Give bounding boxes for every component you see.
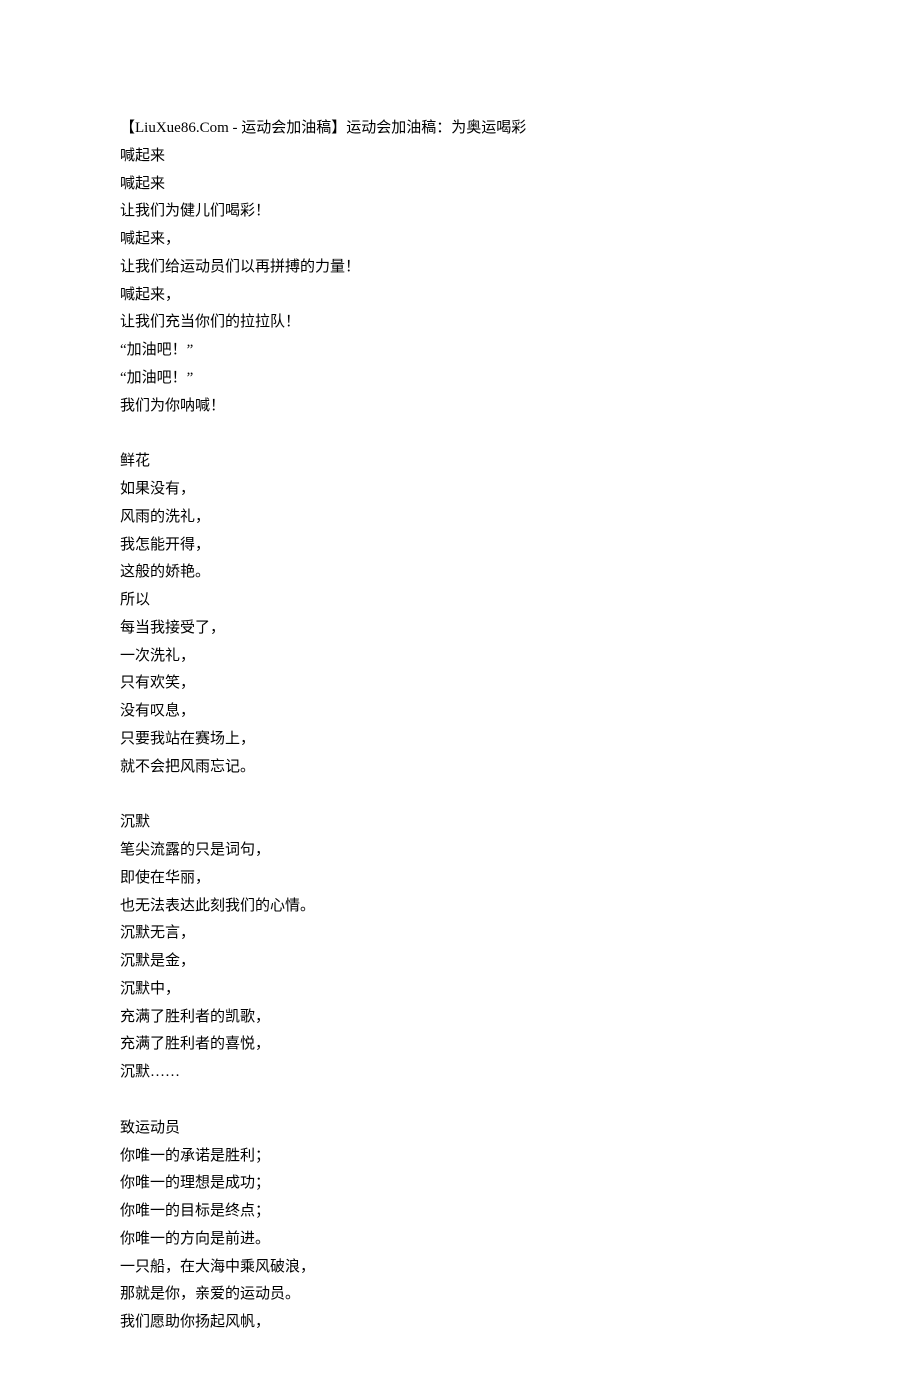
text-line: 沉默是金，: [120, 948, 800, 976]
section-0: 喊起来 喊起来 让我们为健儿们喝彩！ 喊起来， 让我们给运动员们以再拼搏的力量！…: [120, 143, 800, 421]
text-line: 所以: [120, 587, 800, 615]
section-2: 沉默 笔尖流露的只是词句， 即使在华丽， 也无法表达此刻我们的心情。 沉默无言，…: [120, 809, 800, 1087]
text-line: 你唯一的方向是前进。: [120, 1226, 800, 1254]
section-3: 致运动员 你唯一的承诺是胜利； 你唯一的理想是成功； 你唯一的目标是终点； 你唯…: [120, 1115, 800, 1337]
text-line: 我怎能开得，: [120, 532, 800, 560]
text-line: 如果没有，: [120, 476, 800, 504]
text-line: 你唯一的理想是成功；: [120, 1170, 800, 1198]
text-line: 鲜花: [120, 448, 800, 476]
text-line: 喊起来，: [120, 226, 800, 254]
text-line: “加油吧！”: [120, 365, 800, 393]
text-line: 喊起来: [120, 171, 800, 199]
text-line: 让我们给运动员们以再拼搏的力量！: [120, 254, 800, 282]
section-1: 鲜花 如果没有， 风雨的洗礼， 我怎能开得， 这般的娇艳。 所以 每当我接受了，…: [120, 448, 800, 781]
text-line: 充满了胜利者的喜悦，: [120, 1031, 800, 1059]
text-line: 沉默无言，: [120, 920, 800, 948]
text-line: 沉默……: [120, 1059, 800, 1087]
text-line: 那就是你，亲爱的运动员。: [120, 1281, 800, 1309]
text-line: 只有欢笑，: [120, 670, 800, 698]
document-page: 【LiuXue86.Com - 运动会加油稿】运动会加油稿：为奥运喝彩 喊起来 …: [0, 0, 920, 1397]
text-line: 致运动员: [120, 1115, 800, 1143]
text-line: 只要我站在赛场上，: [120, 726, 800, 754]
text-line: 即使在华丽，: [120, 865, 800, 893]
text-line: 喊起来: [120, 143, 800, 171]
text-line: 每当我接受了，: [120, 615, 800, 643]
text-line: 这般的娇艳。: [120, 559, 800, 587]
text-line: 沉默中，: [120, 976, 800, 1004]
header-block: 【LiuXue86.Com - 运动会加油稿】运动会加油稿：为奥运喝彩 喊起来 …: [120, 115, 800, 420]
text-line: 沉默: [120, 809, 800, 837]
text-line: 我们愿助你扬起风帆，: [120, 1309, 800, 1337]
text-line: 没有叹息，: [120, 698, 800, 726]
text-line: 一只船，在大海中乘风破浪，: [120, 1254, 800, 1282]
text-line: “加油吧！”: [120, 337, 800, 365]
text-line: 让我们为健儿们喝彩！: [120, 198, 800, 226]
text-line: 就不会把风雨忘记。: [120, 754, 800, 782]
text-line: 你唯一的目标是终点；: [120, 1198, 800, 1226]
text-line: 让我们充当你们的拉拉队！: [120, 309, 800, 337]
text-line: 笔尖流露的只是词句，: [120, 837, 800, 865]
text-line: 一次洗礼，: [120, 643, 800, 671]
text-line: 风雨的洗礼，: [120, 504, 800, 532]
text-line: 充满了胜利者的凯歌，: [120, 1004, 800, 1032]
text-line: 喊起来，: [120, 282, 800, 310]
text-line: 也无法表达此刻我们的心情。: [120, 893, 800, 921]
header-line: 【LiuXue86.Com - 运动会加油稿】运动会加油稿：为奥运喝彩: [120, 115, 800, 143]
text-line: 你唯一的承诺是胜利；: [120, 1143, 800, 1171]
text-line: 我们为你呐喊！: [120, 393, 800, 421]
